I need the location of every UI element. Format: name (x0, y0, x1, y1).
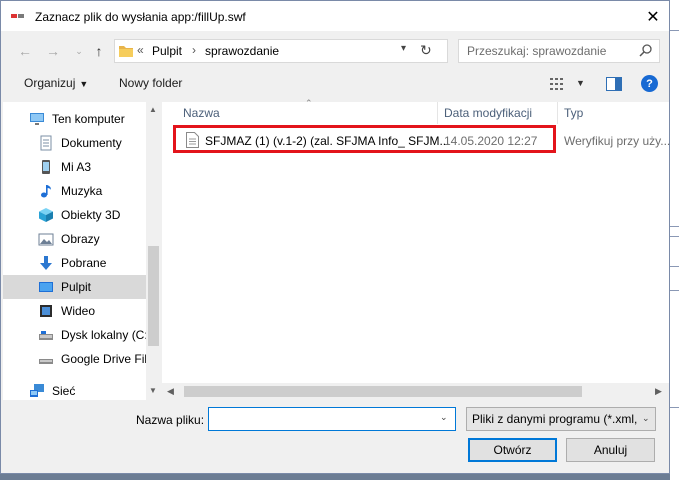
up-button[interactable]: ↑ (89, 41, 109, 61)
sidebar-item-ten-komputer[interactable]: Ten komputer (3, 107, 146, 131)
view-options-icon[interactable] (550, 77, 566, 91)
toolbar: Organizuj ▼ Nowy folder (1, 71, 669, 97)
navigation-pane: Ten komputer Dokumenty Mi A3 Muzyka Obie… (3, 102, 161, 400)
organize-menu[interactable]: Organizuj ▼ (24, 76, 88, 90)
close-button[interactable]: ✕ (641, 7, 665, 27)
phone-icon (42, 160, 50, 174)
filename-label: Nazwa pliku: (136, 413, 205, 427)
sidebar-item-obrazy[interactable]: Obrazy (3, 227, 146, 251)
sidebar-item-label: Google Drive File (61, 352, 154, 366)
sidebar-item-label: Ten komputer (52, 112, 125, 126)
chevron-down-icon: ⌄ (75, 45, 83, 56)
scroll-up-icon[interactable]: ▲ (149, 105, 157, 114)
column-header-date[interactable]: Data modyfikacji (444, 106, 532, 120)
column-header-type[interactable]: Typ (564, 106, 583, 120)
recent-locations-button[interactable]: ⌄ (71, 41, 87, 61)
sidebar-item-google-drive[interactable]: Google Drive File (3, 347, 154, 371)
chevron-down-icon: ⌄ (642, 413, 650, 423)
sidebar-scrollbar[interactable]: ▲ ▼ (146, 102, 161, 400)
organize-label: Organizuj (24, 76, 76, 90)
sidebar-item-pobrane[interactable]: Pobrane (3, 251, 146, 275)
filename-input[interactable] (213, 412, 433, 426)
sidebar-item-label: Dysk lokalny (C:) (61, 328, 152, 342)
sidebar-item-muzyka[interactable]: Muzyka (3, 179, 146, 203)
search-input[interactable] (467, 44, 627, 58)
sidebar-item-dysk-lokalny[interactable]: Dysk lokalny (C:) (3, 323, 152, 347)
column-header-name[interactable]: Nazwa (183, 106, 220, 120)
pictures-icon (38, 233, 54, 246)
sidebar-item-label: Dokumenty (61, 136, 122, 150)
video-icon (40, 305, 52, 317)
sidebar-scroll-thumb[interactable] (148, 246, 159, 346)
refresh-icon[interactable]: ↻ (420, 42, 432, 59)
preview-pane-icon[interactable] (606, 77, 622, 91)
forward-button[interactable]: → (43, 41, 63, 61)
sort-ascending-icon: ⌃ (305, 98, 313, 108)
drive-icon (39, 359, 53, 364)
chevron-down-icon[interactable]: ⌄ (440, 412, 448, 423)
background-window-edge (670, 0, 679, 480)
download-icon (40, 256, 52, 270)
scroll-left-icon[interactable]: ◀ (167, 386, 174, 397)
breadcrumb-sprawozdanie[interactable]: sprawozdanie (205, 44, 279, 58)
sidebar-item-mi-a3[interactable]: Mi A3 (3, 155, 146, 179)
title-bar: Zaznacz plik do wysłania app:/fillUp.swf… (1, 1, 669, 31)
sidebar-item-label: Sieć (52, 384, 76, 398)
file-list: ⌃ Nazwa Data modyfikacji Typ SFJMAZ (1) … (162, 98, 671, 400)
sidebar-item-label: Pulpit (61, 280, 92, 294)
address-dropdown-icon[interactable]: ▾ (401, 43, 406, 54)
sidebar-item-wideo[interactable]: Wideo (3, 299, 146, 323)
horizontal-scrollbar[interactable]: ◀ ▶ (162, 383, 669, 400)
file-type-filter[interactable]: Pliki z danymi programu (*.xml, ⌄ (466, 407, 656, 431)
network-icon (30, 384, 44, 397)
documents-icon (40, 135, 52, 151)
computer-icon (30, 113, 44, 125)
close-icon: ✕ (646, 9, 660, 26)
search-box[interactable] (458, 39, 660, 63)
app-icon (11, 13, 25, 19)
column-divider[interactable] (557, 102, 558, 124)
new-folder-button[interactable]: Nowy folder (119, 76, 182, 90)
sidebar-item-obiekty-3d[interactable]: Obiekty 3D (3, 203, 146, 227)
window-title: Zaznacz plik do wysłania app:/fillUp.swf (35, 10, 246, 24)
breadcrumb-overflow[interactable]: « (137, 43, 144, 57)
help-icon[interactable]: ? (641, 75, 658, 92)
open-button[interactable]: Otwórz (468, 438, 557, 462)
sidebar-item-label: Obrazy (61, 232, 100, 246)
breadcrumb-pulpit[interactable]: Pulpit (152, 44, 182, 58)
music-icon (41, 185, 51, 198)
scroll-down-icon[interactable]: ▼ (149, 386, 157, 395)
sidebar-item-siec[interactable]: Sieć (3, 379, 146, 400)
horizontal-scroll-thumb[interactable] (184, 386, 582, 397)
view-dropdown-icon[interactable]: ▼ (576, 78, 585, 88)
sidebar-item-pulpit[interactable]: Pulpit (3, 275, 146, 299)
sidebar-item-label: Mi A3 (61, 160, 92, 174)
sidebar-item-label: Obiekty 3D (61, 208, 121, 222)
sidebar-item-label: Wideo (61, 304, 96, 318)
highlight-annotation (173, 125, 556, 153)
column-divider[interactable] (437, 102, 438, 124)
address-bar[interactable]: « Pulpit › sprawozdanie ▾ ↻ (114, 39, 448, 63)
back-button[interactable]: ← (15, 41, 35, 61)
drive-icon (39, 331, 53, 340)
desktop-icon (39, 282, 53, 292)
file-open-dialog: Zaznacz plik do wysłania app:/fillUp.swf… (0, 0, 670, 474)
folder-icon (119, 46, 133, 57)
cancel-button[interactable]: Anuluj (566, 438, 655, 462)
cube-3d-icon (39, 208, 53, 222)
chevron-down-icon: ▼ (79, 79, 89, 89)
up-arrow-icon: ↑ (95, 43, 103, 59)
search-icon (639, 44, 652, 57)
file-type-filter-value: Pliki z danymi programu (*.xml, (472, 412, 638, 426)
sidebar-item-label: Pobrane (61, 256, 107, 270)
sidebar-item-label: Muzyka (61, 184, 103, 198)
sidebar-item-dokumenty[interactable]: Dokumenty (3, 131, 146, 155)
scroll-right-icon[interactable]: ▶ (655, 386, 662, 397)
file-type: Weryfikuj przy uży... (564, 134, 671, 148)
filename-combobox[interactable]: ⌄ (208, 407, 456, 431)
breadcrumb-separator: › (192, 43, 196, 57)
forward-arrow-icon: → (46, 43, 60, 59)
back-arrow-icon: ← (18, 43, 32, 59)
